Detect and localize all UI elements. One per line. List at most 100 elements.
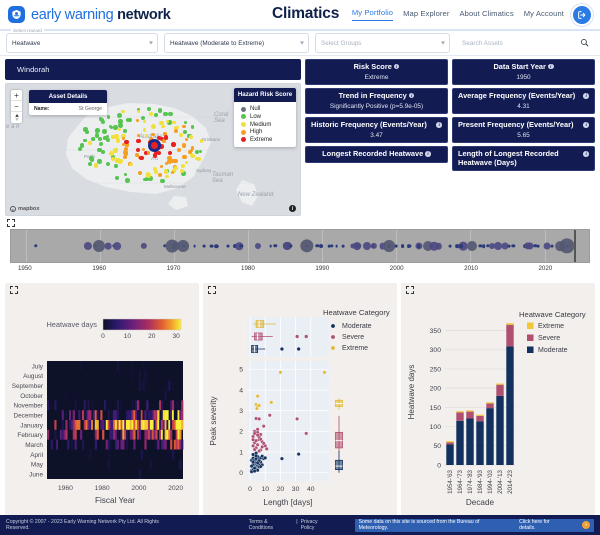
metric-card-present-frequency-events-year[interactable]: Present Frequency (Events/Year) i 5.65 [452,117,595,144]
metric-card-risk-score[interactable]: Risk Score i Extreme [305,59,448,86]
map-asset-dot[interactable] [121,109,125,114]
map-asset-dot[interactable] [153,112,158,118]
map-asset-dot[interactable] [113,148,118,153]
timeline-event-marker[interactable] [328,244,331,248]
tab-about-climatics[interactable]: About Climatics [459,9,513,21]
map-asset-dot[interactable] [182,154,187,160]
bom-banner[interactable]: Some data on this site is sourced from t… [354,518,594,532]
scatter-legend-label[interactable]: Moderate [342,323,372,330]
severity-select[interactable]: Heatwave (Moderate to Extreme) [164,33,309,53]
info-icon[interactable]: i [547,63,554,70]
bar-segment-extreme[interactable] [496,383,504,385]
map-asset-dot[interactable] [126,118,130,123]
bar-segment-severe[interactable] [466,411,474,419]
map-asset-dot[interactable] [147,106,151,111]
bar-segment-severe[interactable] [456,412,464,421]
map-asset-dot[interactable] [167,111,173,117]
map-asset-dot[interactable] [129,162,133,166]
map-asset-dot[interactable] [163,169,169,174]
map-asset-dot[interactable] [94,128,99,133]
bar-segment-moderate[interactable] [486,408,494,465]
map-asset-dot[interactable] [123,150,128,155]
map-asset-dot[interactable] [87,162,92,167]
groups-select[interactable]: Select Groups [315,33,450,53]
tab-my-account[interactable]: My Account [524,9,564,21]
map-asset-dot[interactable] [106,115,110,119]
event-timeline[interactable]: 1950 1960 1970 1980 1990 2000 2010 2020 [5,219,595,281]
bar-legend-label[interactable]: Moderate [538,347,568,354]
timeline-event-marker[interactable] [507,244,511,248]
map-asset-dot[interactable] [89,156,95,161]
map-asset-dot[interactable] [83,127,88,132]
mapbox-attribution[interactable]: c mapbox [10,206,39,212]
bar-segment-extreme[interactable] [486,402,494,404]
timeline-event-marker[interactable] [394,244,398,248]
map-asset-dot[interactable] [98,137,102,141]
timeline-event-marker[interactable] [406,244,411,248]
bar-segment-moderate[interactable] [456,420,464,465]
terms-link[interactable]: Terms & Conditions [249,519,294,531]
map-asset-dot[interactable] [97,147,102,153]
timeline-event-marker[interactable] [481,244,486,248]
map-asset-dot[interactable] [111,134,116,139]
compass-button[interactable] [11,112,22,123]
map-asset-dot[interactable] [182,130,187,135]
map-asset-dot[interactable] [114,164,118,168]
timeline-event-marker[interactable] [273,244,278,248]
logout-icon[interactable] [571,4,593,26]
privacy-link[interactable]: Privacy Policy [301,519,333,531]
timeline-event-marker[interactable] [214,244,218,248]
bar-segment-moderate[interactable] [496,395,504,465]
timeline-event-marker[interactable] [341,244,345,248]
info-icon[interactable]: i [583,151,589,157]
timeline-event-marker[interactable] [193,244,197,248]
bar-segment-severe[interactable] [476,415,484,422]
map-asset-dot[interactable] [189,135,193,139]
bar-segment-moderate[interactable] [476,421,484,465]
map-asset-dot[interactable] [109,151,114,156]
timeline-event-marker[interactable] [550,244,554,248]
timeline-event-marker[interactable] [318,244,323,248]
arrow-right-icon[interactable]: › [582,521,590,529]
map-asset-dot[interactable] [190,124,195,129]
map-asset-dot[interactable] [181,143,186,148]
search-assets-field[interactable]: Search Assets [456,33,594,53]
bar-segment-extreme[interactable] [476,414,484,416]
map-canvas[interactable]: CoralSea TasmanSea New Zealand Australia… [5,83,301,216]
bar-chart-panel[interactable]: 0 50 100 150 200 250 300 350 1954-'63 1964-'73 197… [401,283,595,515]
metric-card-length-of-longest-recorded-heatwave-days[interactable]: Length of Longest Recorded Heatwave (Day… [452,146,595,172]
map-asset-dot[interactable] [171,158,176,164]
timeline-event-marker[interactable] [400,244,405,248]
bar-segment-severe[interactable] [486,403,494,409]
bar-legend-label[interactable]: Severe [538,335,560,342]
map-asset-dot[interactable] [114,176,119,181]
legend-item-null[interactable]: Null [241,106,296,112]
map-asset-dot[interactable] [134,152,139,157]
heatmap-chart-panel[interactable]: Heatwave days 0 10 20 30 July August September O… [5,283,199,515]
map-asset-dot[interactable] [99,117,104,122]
scatter-legend-label[interactable]: Extreme [342,345,368,352]
bar-segment-moderate[interactable] [466,418,474,465]
map-asset-dot[interactable] [144,133,149,137]
map-asset-dot[interactable] [154,170,158,174]
map-asset-dot[interactable] [96,159,102,164]
bar-segment-extreme[interactable] [466,410,474,412]
map-asset-dot[interactable] [125,178,130,184]
info-icon[interactable]: i [425,151,431,157]
timeline-event-marker[interactable] [459,244,463,248]
bar-segment-moderate[interactable] [446,444,454,465]
info-icon[interactable]: i [408,92,415,99]
timeline-event-marker[interactable] [226,244,230,248]
map-asset-dot[interactable] [94,133,100,138]
map-asset-dot[interactable] [199,139,204,143]
map-asset-dot[interactable] [180,168,185,173]
timeline-event-marker[interactable] [202,244,206,248]
map-asset-dot[interactable] [143,177,147,181]
tab-map-explorer[interactable]: Map Explorer [403,9,449,21]
map-asset-dot[interactable] [135,138,141,144]
map-asset-dot[interactable] [147,151,151,155]
timeline-event-marker[interactable] [210,244,214,248]
map-asset-dot[interactable] [167,155,172,160]
search-icon[interactable] [580,34,589,52]
bar-segment-extreme[interactable] [446,441,454,443]
